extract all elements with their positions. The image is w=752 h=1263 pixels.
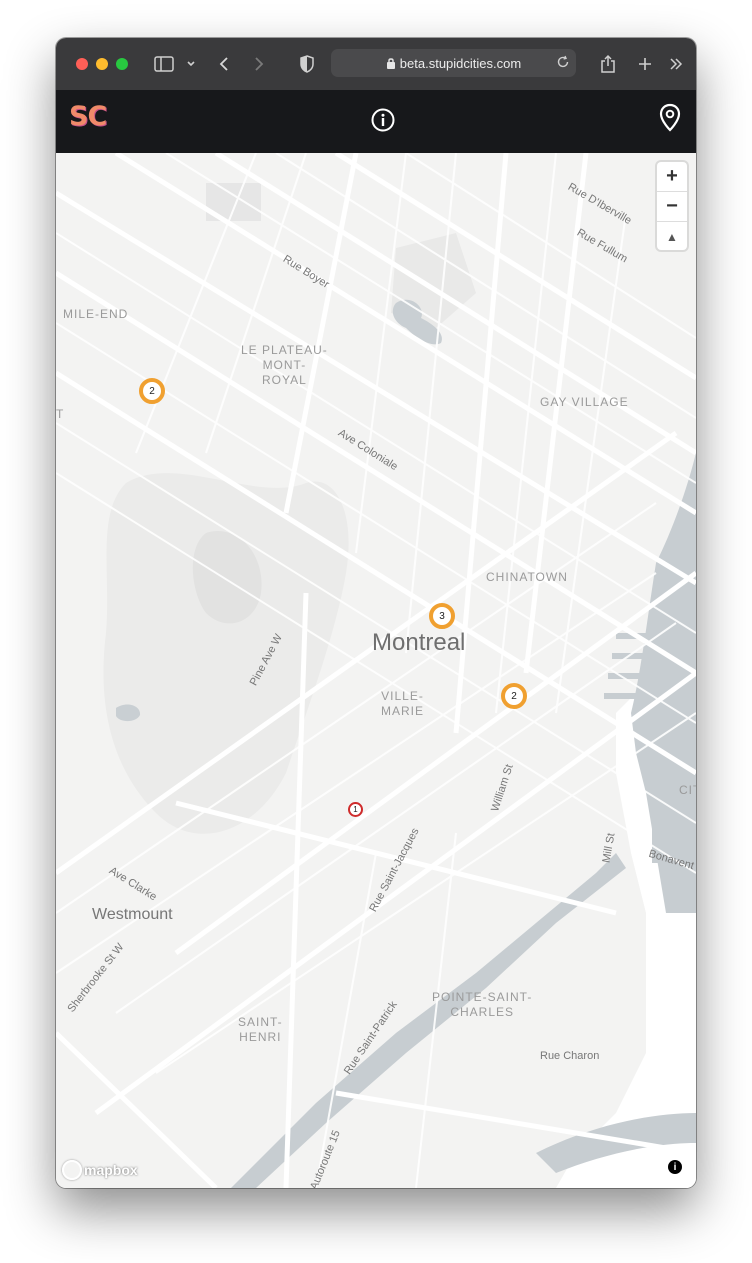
cluster-marker[interactable]: 3: [429, 603, 455, 629]
zoom-out-button[interactable]: −: [657, 192, 687, 222]
privacy-shield-icon[interactable]: [298, 52, 316, 76]
location-pin-icon[interactable]: [658, 103, 682, 133]
lock-icon: [386, 57, 396, 69]
stupidcities-logo[interactable]: SC: [69, 102, 109, 132]
maximize-window-button[interactable]: [116, 58, 128, 70]
cluster-marker[interactable]: 2: [139, 378, 165, 404]
label-montreal: Montreal: [372, 629, 466, 656]
attribution-info-button[interactable]: i: [668, 1160, 682, 1174]
label-edge-t: T: [56, 407, 65, 421]
forward-icon[interactable]: [251, 52, 267, 76]
overflow-chevrons-icon[interactable]: [667, 52, 685, 76]
app-header: SC: [56, 90, 696, 153]
share-icon[interactable]: [599, 52, 617, 76]
map-navigation-control: + − ▲: [657, 162, 687, 250]
back-icon[interactable]: [216, 52, 232, 76]
label-pointe-saint-charles: POINTE-SAINT- CHARLES: [432, 990, 533, 1019]
mapbox-icon: [62, 1160, 82, 1180]
label-westmount: Westmount: [92, 906, 173, 923]
info-icon[interactable]: [370, 107, 396, 133]
compass-icon[interactable]: ▲: [657, 222, 687, 251]
sidebar-toggle-icon[interactable]: [153, 52, 175, 76]
label-gay-village: GAY VILLAGE: [540, 395, 629, 409]
close-window-button[interactable]: [76, 58, 88, 70]
map[interactable]: MILE-END LE PLATEAU- MONT- ROYAL GAY VIL…: [56, 153, 696, 1188]
mapbox-wordmark: mapbox: [84, 1162, 138, 1178]
label-saint-henri: SAINT- HENRI: [238, 1015, 283, 1044]
label-ville-marie: VILLE- MARIE: [381, 689, 425, 718]
label-plateau-mont-royal: LE PLATEAU- MONT- ROYAL: [241, 343, 328, 387]
new-tab-icon[interactable]: [636, 52, 654, 76]
label-rue-charon: Rue Charon: [540, 1050, 600, 1062]
mapbox-logo[interactable]: mapbox: [62, 1160, 138, 1180]
address-bar[interactable]: beta.stupidcities.com: [331, 49, 576, 77]
label-cite: CIT: [679, 783, 696, 797]
single-report-marker[interactable]: 1: [348, 802, 363, 817]
cluster-marker[interactable]: 2: [501, 683, 527, 709]
browser-toolbar: beta.stupidcities.com: [56, 38, 696, 91]
label-mile-end: MILE-END: [63, 307, 129, 321]
chevron-down-icon[interactable]: [184, 52, 198, 76]
browser-window: beta.stupidcities.com SC MILE-END LE PLA…: [56, 38, 696, 1188]
label-chinatown: CHINATOWN: [486, 570, 568, 584]
zoom-in-button[interactable]: +: [657, 162, 687, 192]
minimize-window-button[interactable]: [96, 58, 108, 70]
url-text: beta.stupidcities.com: [399, 55, 522, 71]
reload-icon[interactable]: [556, 55, 570, 69]
